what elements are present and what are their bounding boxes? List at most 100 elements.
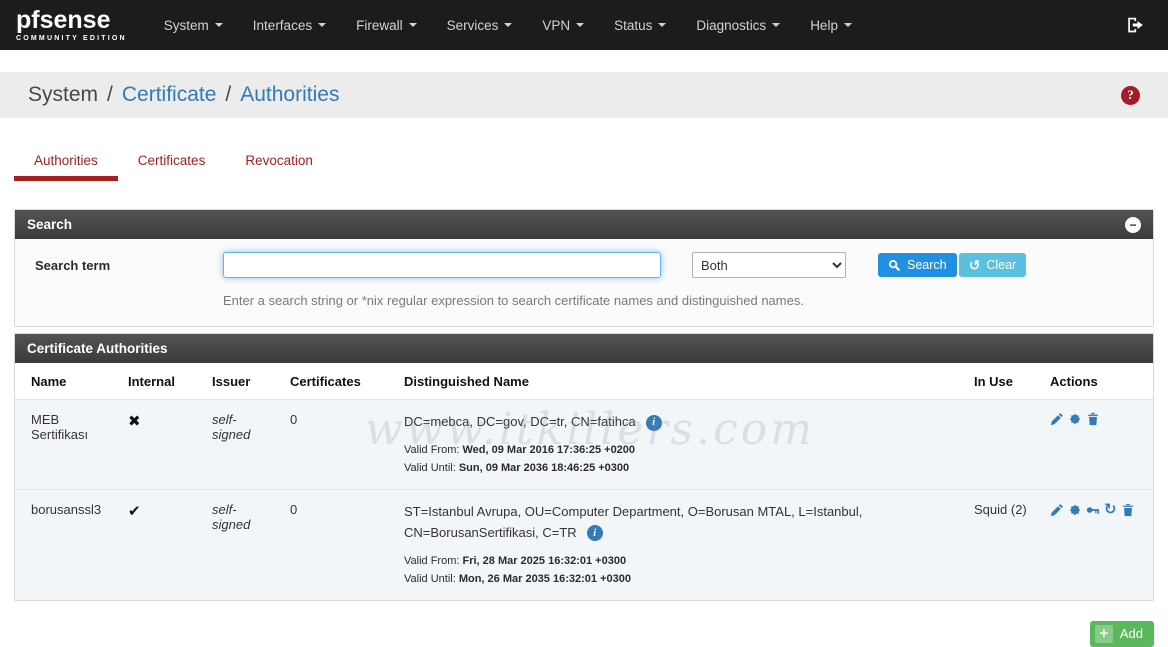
column-header-issuer: Issuer bbox=[204, 363, 282, 400]
caret-down-icon bbox=[409, 23, 417, 27]
menu-diagnostics-label: Diagnostics bbox=[696, 18, 766, 33]
export-ca-action[interactable] bbox=[1068, 503, 1082, 517]
menu-help-label: Help bbox=[810, 18, 838, 33]
valid-from-line: Valid From: Fri, 28 Mar 2025 16:32:01 +0… bbox=[404, 552, 958, 570]
trash-icon bbox=[1086, 412, 1100, 426]
search-scope-select[interactable]: Both bbox=[692, 252, 846, 278]
export-key-action[interactable] bbox=[1086, 503, 1100, 517]
ca-name-cell: MEB Sertifikası bbox=[15, 400, 120, 490]
ca-panel-header: Certificate Authorities bbox=[15, 334, 1153, 363]
distinguished-name-text: ST=Istanbul Avrupa, OU=Computer Departme… bbox=[404, 504, 862, 539]
undo-icon: ↺ bbox=[969, 258, 981, 272]
table-row: borusanssl3 ✔ self-signed 0 ST=Istanbul … bbox=[15, 490, 1153, 600]
valid-until-line: Valid Until: Sun, 09 Mar 2036 18:46:25 +… bbox=[404, 459, 958, 477]
tab-certificates-label: Certificates bbox=[138, 153, 206, 168]
search-panel: Search − Search term Both Search ↺ bbox=[14, 209, 1154, 327]
delete-ca-action[interactable] bbox=[1121, 503, 1135, 517]
search-button[interactable]: Search bbox=[878, 253, 957, 277]
menu-services-label: Services bbox=[447, 18, 499, 33]
add-ca-button[interactable]: + Add bbox=[1090, 621, 1154, 647]
ca-issuer-cell: self-signed bbox=[204, 490, 282, 600]
menu-status-label: Status bbox=[614, 18, 652, 33]
menu-interfaces-label: Interfaces bbox=[253, 18, 312, 33]
column-header-name: Name bbox=[15, 363, 120, 400]
info-icon: i bbox=[646, 415, 662, 431]
renew-ca-action[interactable]: ↻ bbox=[1104, 502, 1117, 517]
menu-diagnostics[interactable]: Diagnostics bbox=[681, 0, 795, 50]
menu-help[interactable]: Help bbox=[795, 0, 867, 50]
menu-interfaces[interactable]: Interfaces bbox=[238, 0, 341, 50]
caret-down-icon bbox=[215, 23, 223, 27]
plus-icon: + bbox=[1095, 625, 1113, 643]
export-ca-action[interactable] bbox=[1068, 412, 1082, 426]
check-icon: ✔ bbox=[128, 503, 141, 520]
refresh-icon: ↻ bbox=[1104, 502, 1117, 517]
sign-out-icon bbox=[1126, 16, 1144, 34]
key-icon bbox=[1086, 503, 1100, 517]
add-button-label: Add bbox=[1120, 626, 1143, 641]
collapse-panel-button[interactable]: − bbox=[1125, 217, 1141, 233]
search-panel-header: Search − bbox=[15, 210, 1153, 239]
ca-name-cell: borusanssl3 bbox=[15, 490, 120, 600]
menu-vpn[interactable]: VPN bbox=[527, 0, 599, 50]
ca-dn-cell: DC=mebca, DC=gov, DC=tr, CN=fatihca i Val… bbox=[396, 400, 966, 490]
row-actions bbox=[1050, 412, 1145, 426]
ca-panel-title: Certificate Authorities bbox=[27, 341, 168, 356]
caret-down-icon bbox=[772, 23, 780, 27]
valid-from-line: Valid From: Wed, 09 Mar 2016 17:36:25 +0… bbox=[404, 441, 958, 459]
menu-system[interactable]: System bbox=[149, 0, 238, 50]
tab-revocation[interactable]: Revocation bbox=[225, 144, 333, 181]
search-term-label: Search term bbox=[35, 258, 223, 273]
ca-in-use-cell bbox=[966, 400, 1042, 490]
certificate-seal-icon bbox=[1068, 412, 1082, 426]
clear-button[interactable]: ↺ Clear bbox=[959, 253, 1027, 277]
breadcrumb-separator: / bbox=[225, 83, 231, 107]
breadcrumb-link-authorities[interactable]: Authorities bbox=[240, 83, 339, 107]
clear-button-label: Clear bbox=[986, 258, 1016, 272]
search-panel-body: Search term Both Search ↺ Clear En bbox=[15, 239, 1153, 326]
menu-firewall-label: Firewall bbox=[356, 18, 403, 33]
row-actions: ↻ bbox=[1050, 502, 1145, 517]
tab-authorities[interactable]: Authorities bbox=[14, 144, 118, 181]
question-mark-icon: ? bbox=[1127, 87, 1134, 103]
search-term-input[interactable] bbox=[223, 252, 661, 278]
brand-subtitle: COMMUNITY EDITION bbox=[16, 35, 127, 42]
menu-status[interactable]: Status bbox=[599, 0, 681, 50]
table-row: MEB Sertifikası ✖ self-signed 0 DC=mebca… bbox=[15, 400, 1153, 490]
tab-authorities-label: Authorities bbox=[34, 153, 98, 168]
valid-until-line: Valid Until: Mon, 26 Mar 2035 16:32:01 +… bbox=[404, 570, 958, 588]
column-header-distinguished-name: Distinguished Name bbox=[396, 363, 966, 400]
help-button[interactable]: ? bbox=[1121, 86, 1140, 105]
menu-services[interactable]: Services bbox=[432, 0, 528, 50]
column-header-in-use: In Use bbox=[966, 363, 1042, 400]
info-icon: i bbox=[587, 525, 603, 541]
menu-system-label: System bbox=[164, 18, 209, 33]
tab-revocation-label: Revocation bbox=[245, 153, 313, 168]
ca-in-use-cell: Squid (2) bbox=[966, 490, 1042, 600]
breadcrumb-link-certificate[interactable]: Certificate bbox=[122, 83, 217, 107]
menu-vpn-label: VPN bbox=[542, 18, 570, 33]
caret-down-icon bbox=[576, 23, 584, 27]
ca-table: Name Internal Issuer Certificates Distin… bbox=[15, 363, 1153, 600]
caret-down-icon bbox=[318, 23, 326, 27]
column-header-internal: Internal bbox=[120, 363, 204, 400]
breadcrumb-separator: / bbox=[107, 83, 113, 107]
magnifier-icon bbox=[888, 259, 901, 272]
distinguished-name-text: DC=mebca, DC=gov, DC=tr, CN=fatihca bbox=[404, 414, 636, 429]
ca-certificates-count: 0 bbox=[282, 490, 396, 600]
menu-firewall[interactable]: Firewall bbox=[341, 0, 432, 50]
breadcrumb-root: System bbox=[28, 83, 98, 107]
breadcrumb: System / Certificate / Authorities bbox=[28, 83, 339, 107]
search-button-label: Search bbox=[907, 258, 947, 272]
pencil-icon bbox=[1050, 503, 1064, 517]
ca-table-header-row: Name Internal Issuer Certificates Distin… bbox=[15, 363, 1153, 400]
ca-certificates-count: 0 bbox=[282, 400, 396, 490]
delete-ca-action[interactable] bbox=[1086, 412, 1100, 426]
pfsense-logo[interactable]: pfsense COMMUNITY EDITION bbox=[16, 8, 127, 42]
edit-ca-action[interactable] bbox=[1050, 412, 1064, 426]
column-header-actions: Actions bbox=[1042, 363, 1153, 400]
tab-certificates[interactable]: Certificates bbox=[118, 144, 226, 181]
edit-ca-action[interactable] bbox=[1050, 503, 1064, 517]
logout-button[interactable] bbox=[1114, 16, 1156, 34]
page-heading-band: System / Certificate / Authorities ? bbox=[0, 72, 1168, 118]
